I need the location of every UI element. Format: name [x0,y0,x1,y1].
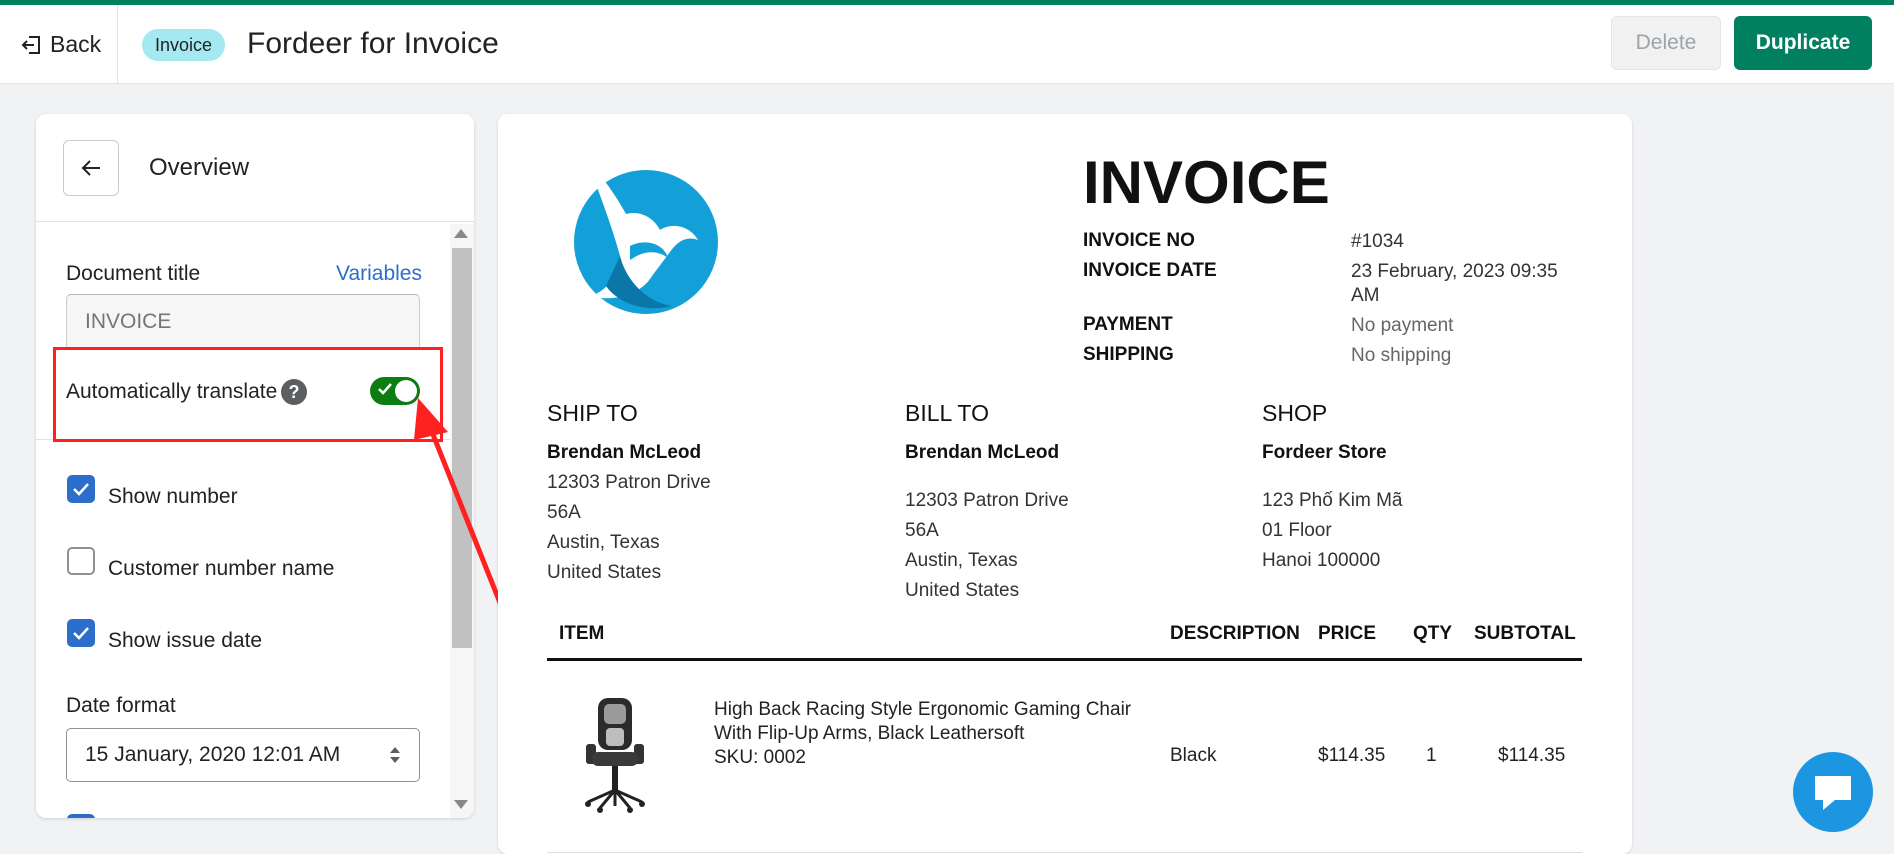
store-logo [574,162,718,314]
document-title-input[interactable] [66,294,420,350]
next-option-checkbox[interactable] [67,814,95,818]
check-icon [73,627,89,640]
page-title: Fordeer for Invoice [247,27,499,60]
document-title-label: Document title [66,262,201,285]
item-subtotal: $114.35 [1498,745,1566,766]
ship-to-line: Austin, Texas [547,532,660,553]
column-header-subtotal: SUBTOTAL [1474,623,1576,644]
back-label: Back [50,31,102,57]
back-button[interactable]: Back [0,5,118,84]
date-format-label: Date format [66,694,176,717]
shop-line: Hanoi 100000 [1262,550,1381,571]
bill-to-line: Austin, Texas [905,550,1018,571]
bill-to-line: 56A [905,520,939,541]
panel-header: Overview [36,114,474,222]
item-sku: SKU: 0002 [714,747,806,768]
table-header-rule [547,658,1582,661]
top-bar: Back Invoice Fordeer for Invoice Delete … [0,5,1894,84]
item-name-line1: High Back Racing Style Ergonomic Gaming … [714,699,1132,720]
payment-key: PAYMENT [1083,314,1173,335]
customer-number-name-label: Customer number name [108,557,335,580]
scroll-up-arrow-icon[interactable] [454,229,468,238]
invoice-no-value: #1034 [1351,231,1404,252]
ship-to-heading: SHIP TO [547,400,638,426]
chat-icon [1815,776,1851,810]
select-arrows-icon [390,747,400,763]
column-header-qty: QTY [1413,623,1453,644]
shop-name: Fordeer Store [1262,442,1387,463]
product-thumbnail [585,698,645,813]
shipping-value: No shipping [1351,345,1452,366]
invoice-date-value: 23 February, 2023 09:35 AM [1351,261,1558,306]
column-header-price: PRICE [1318,623,1377,644]
shop-line: 01 Floor [1262,520,1332,541]
shop-line: 123 Phố Kim Mã [1262,490,1403,511]
chat-button[interactable] [1793,752,1873,832]
bill-to-heading: BILL TO [905,400,989,426]
check-icon [73,483,89,496]
invoice-date-key: INVOICE DATE [1083,260,1217,281]
delete-button[interactable]: Delete [1611,16,1721,70]
item-qty: 1 [1426,745,1437,766]
bill-to-line: United States [905,580,1020,601]
bill-to-name: Brendan McLeod [905,442,1060,463]
item-name-line2: With Flip-Up Arms, Black Leathersoft [714,723,1025,744]
payment-value: No payment [1351,315,1454,336]
ship-to-line: 56A [547,502,581,523]
column-header-description: DESCRIPTION [1170,623,1300,644]
show-issue-date-label: Show issue date [108,629,263,652]
ship-to-line: 12303 Patron Drive [547,472,711,493]
duplicate-button[interactable]: Duplicate [1734,16,1872,70]
panel-back-button[interactable] [63,140,119,196]
shop-heading: SHOP [1262,400,1328,426]
invoice-no-key: INVOICE NO [1083,230,1195,251]
item-description: Black [1170,745,1217,766]
show-number-label: Show number [108,485,238,508]
item-price: $114.35 [1318,745,1386,766]
ship-to-name: Brendan McLeod [547,442,702,463]
show-issue-date-checkbox[interactable] [67,619,95,647]
arrow-left-icon [81,160,100,176]
panel-title: Overview [149,154,250,181]
column-header-item: ITEM [559,623,605,644]
table-row-divider [547,852,1582,853]
shipping-key: SHIPPING [1083,344,1174,365]
annotation-highlight-box [53,347,443,442]
variables-link[interactable]: Variables [336,262,422,286]
bill-to-line: 12303 Patron Drive [905,490,1069,511]
show-number-checkbox[interactable] [67,475,95,503]
back-arrow-icon [21,35,40,54]
scroll-down-arrow-icon[interactable] [454,800,468,809]
document-type-badge: Invoice [142,29,226,61]
invoice-heading: INVOICE [1083,149,1330,216]
date-format-select[interactable]: 15 January, 2020 12:01 AM [66,728,420,782]
ship-to-line: United States [547,562,662,583]
customer-number-name-checkbox[interactable] [67,547,95,575]
invoice-preview: INVOICE INVOICE NO #1034 INVOICE DATE 23… [498,114,1632,854]
date-format-value: 15 January, 2020 12:01 AM [85,743,341,766]
